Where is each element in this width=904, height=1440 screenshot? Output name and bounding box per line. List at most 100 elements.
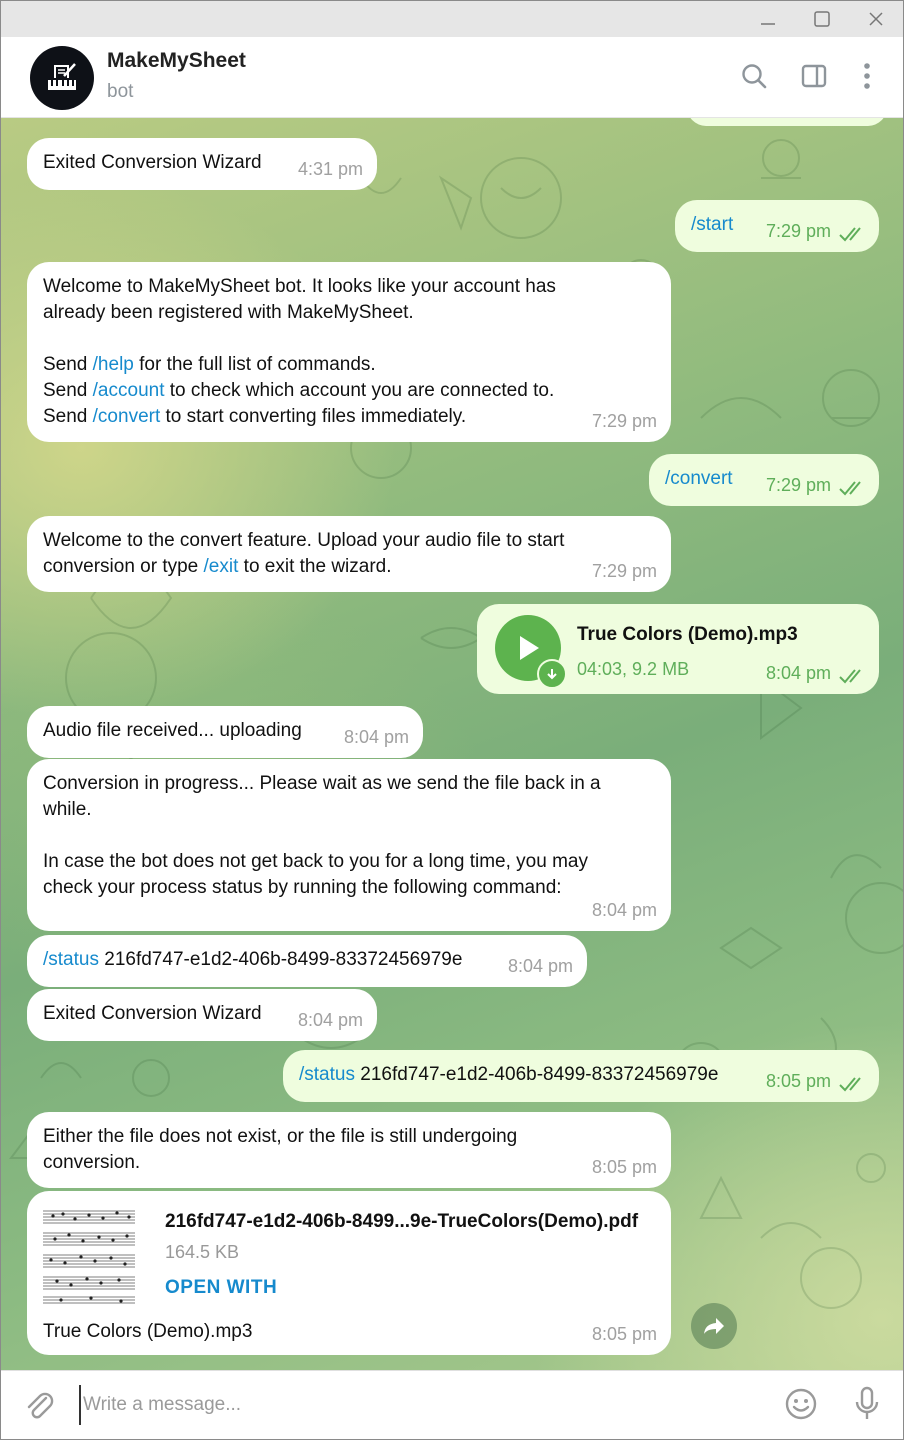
message-text: Either the file does not exist, or the f…	[43, 1124, 517, 1176]
document-caption: True Colors (Demo).mp3	[43, 1321, 253, 1342]
emoji-button[interactable]	[783, 1386, 819, 1422]
message-bubble-in[interactable]: Welcome to MakeMySheet bot. It looks lik…	[27, 262, 671, 442]
text-span: to check which account you are connected…	[164, 380, 555, 401]
message-line: Either the file does not exist, or the f…	[43, 1126, 518, 1147]
title-bar	[1, 1, 903, 37]
download-button[interactable]	[537, 659, 567, 689]
message-time: 8:05 pm	[591, 1157, 657, 1177]
toggle-sidebar-button[interactable]	[797, 59, 831, 93]
command-link[interactable]: /status	[299, 1064, 355, 1085]
text-span: 216fd747-e1d2-406b-8499-83372456979e	[354, 1064, 719, 1085]
text-span: Send	[43, 354, 88, 375]
command-link[interactable]: /help	[93, 354, 134, 375]
message-bubble-in[interactable]: /status 216fd747-e1d2-406b-8499-83372456…	[27, 935, 587, 987]
command-link[interactable]: /convert	[93, 406, 161, 427]
read-checkmarks-icon	[839, 227, 861, 242]
message-bubble-in[interactable]: Welcome to the convert feature. Upload y…	[27, 516, 671, 592]
command-link[interactable]: /account	[93, 380, 165, 401]
close-icon	[869, 12, 883, 26]
text-span: conversion or type	[43, 556, 204, 577]
message-time: 8:04 pm	[507, 956, 573, 976]
document-message[interactable]: 216fd747-e1d2-406b-8499...9e-TrueColors(…	[27, 1191, 671, 1355]
attach-button[interactable]	[21, 1387, 57, 1423]
message-line: already been registered with MakeMySheet…	[43, 302, 414, 323]
message-text: Audio file received... uploading	[43, 720, 302, 741]
text-span: to start converting files immediately.	[160, 406, 467, 427]
message-bubble-out[interactable]: /status 216fd747-e1d2-406b-8499-83372456…	[283, 1050, 879, 1102]
message-bubble-out[interactable]: /convert 7:29 pm	[649, 454, 879, 506]
message-bubble-out[interactable]: /start 7:29 pm	[675, 200, 879, 252]
open-with-link[interactable]: OPEN WITH	[165, 1275, 277, 1301]
play-icon	[520, 636, 539, 660]
command-link[interactable]: /convert	[665, 466, 733, 492]
download-icon	[547, 669, 557, 680]
message-bubble-in[interactable]: Exited Conversion Wizard 8:04 pm	[27, 989, 377, 1041]
command-link[interactable]: /start	[691, 212, 733, 238]
read-checkmarks-icon	[839, 669, 861, 684]
search-icon	[742, 64, 767, 89]
message-time: 4:31 pm	[297, 159, 363, 179]
message-time: 7:29 pm	[591, 411, 657, 431]
message-list[interactable]: Exited Conversion Wizard 4:31 pm /start …	[1, 118, 903, 1370]
message-time: 7:29 pm	[765, 475, 831, 495]
message-line: Send /help for the full list of commands…	[43, 352, 556, 378]
forward-icon	[704, 1318, 724, 1334]
message-time: 8:04 pm	[297, 1010, 363, 1030]
message-text: /status 216fd747-e1d2-406b-8499-83372456…	[43, 947, 462, 973]
document-file-name: 216fd747-e1d2-406b-8499...9e-TrueColors(…	[165, 1211, 639, 1232]
message-line: Welcome to MakeMySheet bot. It looks lik…	[43, 276, 556, 297]
app-window: MakeMySheet bot Exited Conversion Wizard…	[0, 0, 904, 1440]
message-line: In case the bot does not get back to you…	[43, 851, 588, 872]
message-text: /status 216fd747-e1d2-406b-8499-83372456…	[299, 1062, 718, 1088]
voice-record-button[interactable]	[849, 1385, 885, 1423]
message-time: 8:04 pm	[591, 900, 657, 920]
audio-meta: 04:03, 9.2 MB	[577, 659, 690, 679]
text-span: for the full list of commands.	[133, 354, 376, 375]
message-time: 8:04 pm	[765, 663, 831, 683]
maximize-button[interactable]	[795, 1, 849, 37]
microphone-icon	[855, 1386, 879, 1419]
message-line: conversion.	[43, 1152, 141, 1173]
emoji-icon	[785, 1388, 817, 1420]
forward-button[interactable]	[691, 1303, 737, 1349]
message-bubble-partial	[687, 118, 887, 126]
message-bubble-in[interactable]: Audio file received... uploading 8:04 pm	[27, 706, 423, 758]
text-span: 216fd747-e1d2-406b-8499-83372456979e	[98, 949, 463, 970]
message-bubble-in[interactable]: Exited Conversion Wizard 4:31 pm	[27, 138, 377, 190]
chat-subtitle: bot	[107, 81, 134, 102]
message-text: Welcome to the convert feature. Upload y…	[43, 528, 564, 580]
chat-header: MakeMySheet bot	[1, 37, 903, 118]
message-time: 7:29 pm	[765, 221, 831, 241]
message-bubble-in[interactable]: Conversion in progress... Please wait as…	[27, 759, 671, 931]
close-button[interactable]	[849, 1, 903, 37]
minimize-button[interactable]	[741, 1, 795, 37]
message-time: 8:05 pm	[591, 1324, 657, 1344]
message-bubble-in[interactable]: Either the file does not exist, or the f…	[27, 1112, 671, 1188]
message-composer	[1, 1370, 903, 1439]
message-line: check your process status by running the…	[43, 877, 562, 898]
paperclip-icon	[27, 1392, 54, 1419]
command-link[interactable]: /exit	[204, 556, 239, 577]
pdf-thumbnail[interactable]	[41, 1201, 137, 1307]
message-text: Exited Conversion Wizard	[43, 152, 262, 173]
message-line: Send /convert to start converting files …	[43, 404, 556, 430]
sidebar-toggle-icon	[801, 64, 827, 88]
avatar[interactable]	[30, 46, 94, 110]
message-time: 7:29 pm	[591, 561, 657, 581]
chat-title[interactable]: MakeMySheet	[107, 49, 246, 73]
more-button[interactable]	[850, 59, 884, 93]
message-line: Send /account to check which account you…	[43, 378, 556, 404]
read-checkmarks-icon	[839, 481, 861, 496]
search-button[interactable]	[737, 59, 771, 93]
minimize-icon	[761, 23, 775, 25]
message-line: Conversion in progress... Please wait as…	[43, 773, 601, 794]
audio-message[interactable]: True Colors (Demo).mp3 04:03, 9.2 MB 8:0…	[477, 604, 879, 694]
command-link[interactable]: /status	[43, 949, 99, 970]
message-input[interactable]	[79, 1385, 765, 1425]
piano-logo-icon	[48, 63, 76, 90]
message-time: 8:04 pm	[343, 727, 409, 747]
maximize-icon	[814, 11, 830, 27]
audio-file-name: True Colors (Demo).mp3	[577, 624, 798, 645]
message-line: while.	[43, 799, 92, 820]
text-span: Send	[43, 380, 88, 401]
